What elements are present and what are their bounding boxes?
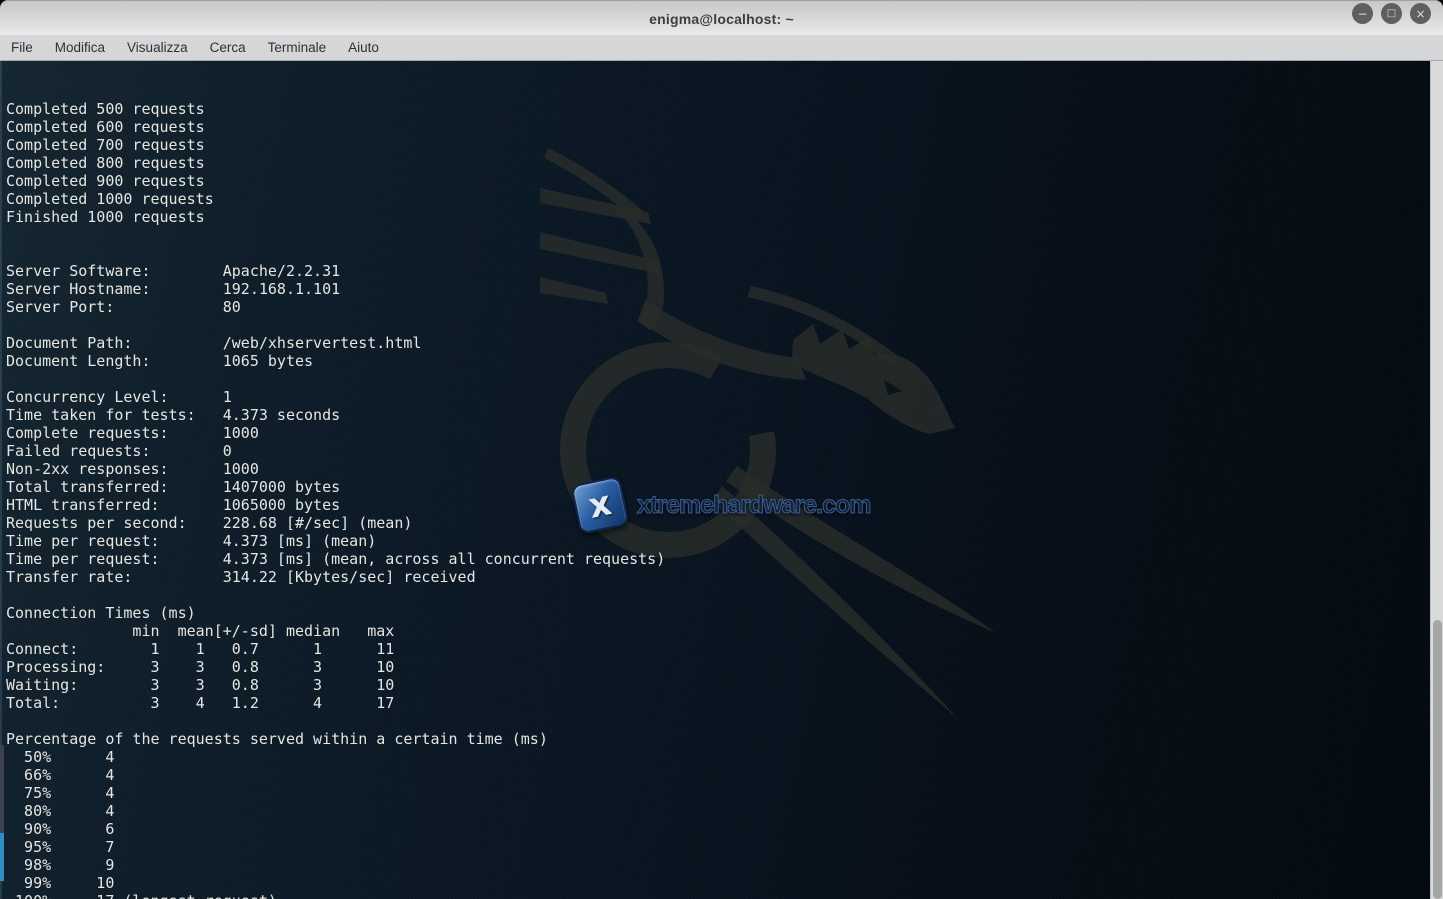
watermark-text: xtremehardware.com xyxy=(637,491,871,520)
terminal-output: Completed 500 requests Completed 600 req… xyxy=(6,100,665,899)
menu-item-aiuto[interactable]: Aiuto xyxy=(337,35,390,60)
menu-item-cerca[interactable]: Cerca xyxy=(199,35,257,60)
minimize-button[interactable]: − xyxy=(1352,3,1373,24)
maximize-icon: □ xyxy=(1387,9,1396,19)
close-button[interactable]: × xyxy=(1410,3,1431,24)
menu-item-modifica[interactable]: Modifica xyxy=(44,35,116,60)
minimize-icon: − xyxy=(1357,8,1367,20)
scrollbar-trough[interactable] xyxy=(1430,61,1443,899)
window-title: enigma@localhost: ~ xyxy=(649,9,794,27)
menubar: File Modifica Visualizza Cerca Terminale… xyxy=(0,35,1443,61)
window-controls: − □ × xyxy=(1352,3,1431,24)
menu-item-visualizza[interactable]: Visualizza xyxy=(116,35,199,60)
terminal-screen[interactable]: x xtremehardware.com Completed 500 reque… xyxy=(0,61,1443,899)
maximize-button[interactable]: □ xyxy=(1381,3,1402,24)
terminal-text: Completed 500 requests Completed 600 req… xyxy=(0,61,665,899)
titlebar[interactable]: enigma@localhost: ~ − □ × xyxy=(0,0,1443,35)
scrollbar-thumb[interactable] xyxy=(1433,620,1442,899)
terminal-window: enigma@localhost: ~ − □ × File Modifica … xyxy=(0,0,1443,899)
menu-item-terminale[interactable]: Terminale xyxy=(257,35,338,60)
close-icon: × xyxy=(1415,8,1425,20)
menu-item-file[interactable]: File xyxy=(0,35,44,60)
